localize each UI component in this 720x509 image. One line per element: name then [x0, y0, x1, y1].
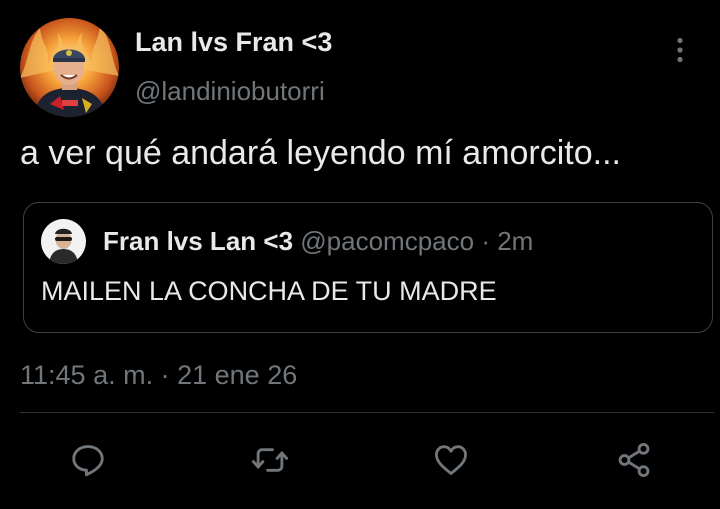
share-icon — [618, 443, 650, 477]
author-handle[interactable]: @landiniobutorri — [135, 76, 325, 107]
reply-button[interactable] — [68, 440, 108, 480]
tweet-text: a ver qué andará leyendo mí amorcito... — [20, 134, 621, 172]
quoted-time-ago: 2m — [497, 226, 534, 256]
meta-separator: · — [160, 360, 170, 390]
quoted-author-avatar[interactable] — [41, 219, 86, 264]
like-button[interactable] — [431, 440, 471, 480]
quoted-author-display-name: Fran lvs Lan <3 — [103, 226, 294, 256]
author-display-name[interactable]: Lan lvs Fran <3 — [135, 27, 332, 58]
retweet-button[interactable] — [250, 440, 290, 480]
retweet-icon — [251, 448, 289, 472]
quoted-tweet-card[interactable]: Fran lvs Lan <3 @pacomcpaco · 2m MAILEN … — [23, 202, 713, 333]
quoted-tweet-header: Fran lvs Lan <3 @pacomcpaco · 2m — [103, 226, 533, 257]
tweet-date[interactable]: 21 ene 26 — [177, 360, 297, 390]
tweet-time[interactable]: 11:45 a. m. — [20, 360, 153, 390]
more-options-button[interactable] — [664, 34, 696, 66]
divider — [20, 412, 714, 413]
tweet-timestamp: 11:45 a. m. · 21 ene 26 — [20, 360, 297, 391]
more-vertical-icon — [677, 37, 683, 63]
author-avatar[interactable] — [20, 18, 119, 117]
share-button[interactable] — [614, 440, 654, 480]
reply-icon — [72, 445, 104, 477]
quoted-separator: · — [481, 226, 490, 256]
quoted-author-handle: @pacomcpaco — [300, 226, 475, 256]
heart-icon — [435, 445, 467, 475]
quoted-tweet-text: MAILEN LA CONCHA DE TU MADRE — [41, 276, 497, 306]
